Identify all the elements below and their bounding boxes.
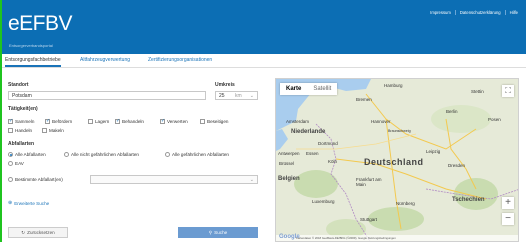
tab-entsorgungsfachbetriebe[interactable]: Entsorgungsfachbetriebe bbox=[5, 57, 61, 67]
radio-icon bbox=[8, 177, 13, 182]
standort-input[interactable]: Potsdam bbox=[8, 91, 206, 100]
map-label-nurnberg: Nürnberg bbox=[396, 201, 415, 206]
logo-subtitle: Entsorgerverbandsportal bbox=[9, 43, 53, 48]
umkreis-unit: km bbox=[235, 93, 242, 99]
checkbox-icon bbox=[115, 118, 120, 124]
umkreis-select[interactable]: 25 km ⌄ bbox=[215, 91, 258, 100]
radio-nicht-gefaehrlich[interactable]: Alle nicht gefährlichen Abfallarten bbox=[64, 152, 139, 157]
map-label-brussel: Brüssel bbox=[279, 161, 295, 166]
map-type-satellit[interactable]: Satellit bbox=[307, 83, 337, 95]
search-icon: ⚲ bbox=[208, 229, 213, 235]
radio-bestimmte-abfallart[interactable]: Bestimmte Abfallart(en) bbox=[8, 177, 63, 182]
plus-icon: ⊕ bbox=[8, 200, 13, 206]
map-type-toggle[interactable]: Karte Satellit bbox=[280, 83, 338, 95]
map-label-leipzig: Leipzig bbox=[426, 149, 441, 154]
umkreis-label: Umkreis bbox=[215, 82, 235, 88]
hilfe-link[interactable]: Hilfe bbox=[504, 10, 522, 15]
map-label-stuttgart: Stuttgart bbox=[360, 217, 378, 222]
map-label-belgien: Belgien bbox=[278, 176, 300, 182]
checkbox-makeln[interactable]: Makeln bbox=[42, 128, 64, 133]
map-label-stettin: Stettin bbox=[471, 89, 484, 94]
header: eEFBV Entsorgerverbandsportal Impressum … bbox=[2, 0, 526, 54]
abfallart-select[interactable]: ⌄ bbox=[90, 175, 258, 184]
radio-icon bbox=[165, 152, 170, 157]
map-label-tschechien: Tschechien bbox=[452, 197, 485, 203]
map-label-deutschland: Deutschland bbox=[364, 157, 424, 167]
fullscreen-icon[interactable]: ⛶ bbox=[502, 85, 514, 97]
radio-alle-abfallarten[interactable]: Alle Abfallarten bbox=[8, 152, 46, 157]
map-label-hamburg: Hamburg bbox=[384, 83, 403, 88]
taetigkeiten-label: Tätigkeit(en) bbox=[8, 106, 38, 112]
standort-label: Standort bbox=[8, 82, 29, 88]
map-label-frankfurt: Frankfurt am Main bbox=[356, 177, 382, 187]
chevron-down-icon: ⌄ bbox=[249, 177, 254, 183]
tab-altfahrzeugverwertung[interactable]: Altfahrzeugverwertung bbox=[80, 57, 130, 63]
google-logo: Google bbox=[279, 234, 300, 240]
logo[interactable]: eEFBV bbox=[8, 12, 73, 36]
checkbox-icon bbox=[200, 119, 205, 124]
tab-zertifizierungsorganisationen[interactable]: Zertifizierungsorganisationen bbox=[148, 57, 212, 63]
checkbox-icon bbox=[45, 118, 50, 124]
map-label-amsterdam: Amsterdam bbox=[286, 119, 310, 124]
checkbox-behandeln[interactable]: Behandeln bbox=[115, 118, 144, 124]
zoom-out-button[interactable]: − bbox=[502, 213, 514, 225]
map-label-dortmund: Dortmund bbox=[318, 141, 338, 146]
map-label-dresden: Dresden bbox=[448, 163, 466, 168]
checkbox-icon bbox=[42, 128, 47, 133]
refresh-icon: ↻ bbox=[21, 229, 26, 235]
map-label-braunschweig: Braunschweig bbox=[388, 129, 411, 133]
top-links: Impressum Datenschutzerklärung Hilfe bbox=[426, 10, 522, 15]
map-label-luxemburg: Luxemburg bbox=[312, 199, 335, 204]
abfallarten-label: Abfallarten bbox=[8, 141, 35, 147]
radio-icon bbox=[8, 152, 13, 157]
radio-icon bbox=[64, 152, 69, 157]
map-label-antwerpen: Antwerpen bbox=[278, 151, 300, 156]
zoom-in-button[interactable]: + bbox=[502, 197, 514, 209]
checkbox-handeln[interactable]: Handeln bbox=[8, 128, 32, 133]
checkbox-lagern[interactable]: Lagern bbox=[88, 119, 109, 124]
map[interactable]: Karte Satellit ⛶ Hamburg Bremen Stettin … bbox=[275, 78, 519, 242]
radio-gefaehrlich[interactable]: Alle gefährlichen Abfallarten bbox=[165, 152, 229, 157]
checkbox-icon bbox=[88, 119, 93, 124]
tab-bar: Entsorgungsfachbetriebe Altfahrzeugverwe… bbox=[2, 55, 526, 68]
search-button[interactable]: ⚲ Suche bbox=[178, 227, 258, 238]
chevron-down-icon: ⌄ bbox=[249, 93, 254, 99]
radio-eav[interactable]: EAV bbox=[8, 161, 24, 166]
map-type-karte[interactable]: Karte bbox=[280, 83, 307, 95]
checkbox-verwerten[interactable]: Verwerten bbox=[160, 118, 188, 124]
reset-button[interactable]: ↻ Zurücksetzen bbox=[8, 227, 68, 238]
map-label-niederlande: Niederlande bbox=[291, 129, 326, 135]
datenschutz-link[interactable]: Datenschutzerklärung bbox=[454, 10, 505, 15]
map-label-bremen: Bremen bbox=[356, 97, 372, 102]
map-label-hannover: Hannover bbox=[371, 119, 391, 124]
map-label-posen: Posen bbox=[488, 117, 501, 122]
checkbox-beseitigen[interactable]: Beseitigen bbox=[200, 119, 228, 124]
map-label-berlin: Berlin bbox=[446, 109, 458, 114]
map-attribution: Kartendaten © 2018 GeoBasis-DE/BKG (©200… bbox=[276, 235, 518, 241]
checkbox-sammeln[interactable]: Sammeln bbox=[8, 118, 34, 124]
checkbox-icon bbox=[8, 128, 13, 133]
map-label-koln: Köln bbox=[328, 159, 338, 164]
radio-icon bbox=[8, 161, 13, 166]
checkbox-befoerdern[interactable]: Befördern bbox=[45, 118, 72, 124]
erweiterte-suche-link[interactable]: ⊕ Erweiterte Suche bbox=[8, 200, 49, 206]
impressum-link[interactable]: Impressum bbox=[426, 10, 455, 15]
checkbox-icon bbox=[8, 118, 13, 124]
umkreis-value: 25 bbox=[219, 93, 225, 99]
map-label-essen: Essen bbox=[306, 151, 319, 156]
checkbox-icon bbox=[160, 118, 165, 124]
